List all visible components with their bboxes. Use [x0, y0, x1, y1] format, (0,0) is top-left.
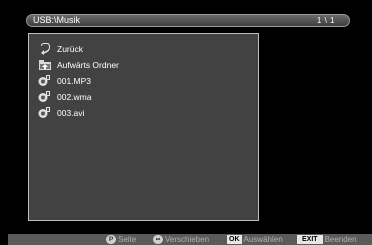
file-icon [38, 107, 51, 119]
list-item-back[interactable]: Zurück [38, 42, 83, 56]
hint-label: Auswählen [243, 235, 283, 244]
hint-move[interactable]: •• Verschieben [153, 234, 209, 245]
list-item-label: 002.wma [57, 92, 92, 102]
list-item-label: 001.MP3 [57, 76, 92, 86]
hint-label: Verschieben [165, 235, 210, 244]
hint-ok[interactable]: OK Auswählen [227, 234, 283, 245]
back-arrow-icon [38, 43, 51, 55]
move-arrows-icon: •• [153, 235, 163, 244]
hint-label: Seite [118, 235, 137, 244]
list-item-file[interactable]: 003.avi [38, 106, 84, 120]
folder-up-icon [38, 59, 51, 71]
media-browser-screen: USB:\Musik 1 \ 1 Zurück Aufwärts Ordner [0, 0, 372, 245]
list-item-label: Aufwärts Ordner [57, 60, 119, 70]
page-indicator: 1 \ 1 [316, 16, 335, 25]
list-item-file[interactable]: 001.MP3 [38, 74, 91, 88]
hint-exit[interactable]: EXIT Beenden [297, 234, 357, 245]
p-key-icon: P [106, 235, 116, 244]
path-bar: USB:\Musik 1 \ 1 [26, 14, 350, 27]
file-icon [38, 75, 51, 87]
list-item-folder-up[interactable]: Aufwärts Ordner [38, 58, 119, 72]
file-list-panel: Zurück Aufwärts Ordner 001.MP3 002.wma 0… [28, 33, 259, 221]
exit-key-icon: EXIT [297, 235, 323, 244]
hint-page[interactable]: P Seite [106, 234, 136, 245]
list-item-file[interactable]: 002.wma [38, 90, 92, 104]
hint-label: Beenden [324, 235, 357, 244]
list-item-label: Zurück [57, 44, 83, 54]
file-icon [38, 91, 51, 103]
ok-key-icon: OK [227, 235, 242, 244]
key-hint-bar: P Seite •• Verschieben OK Auswählen EXIT… [8, 234, 372, 245]
list-item-label: 003.avi [57, 108, 85, 118]
current-path: USB:\Musik [33, 15, 81, 25]
